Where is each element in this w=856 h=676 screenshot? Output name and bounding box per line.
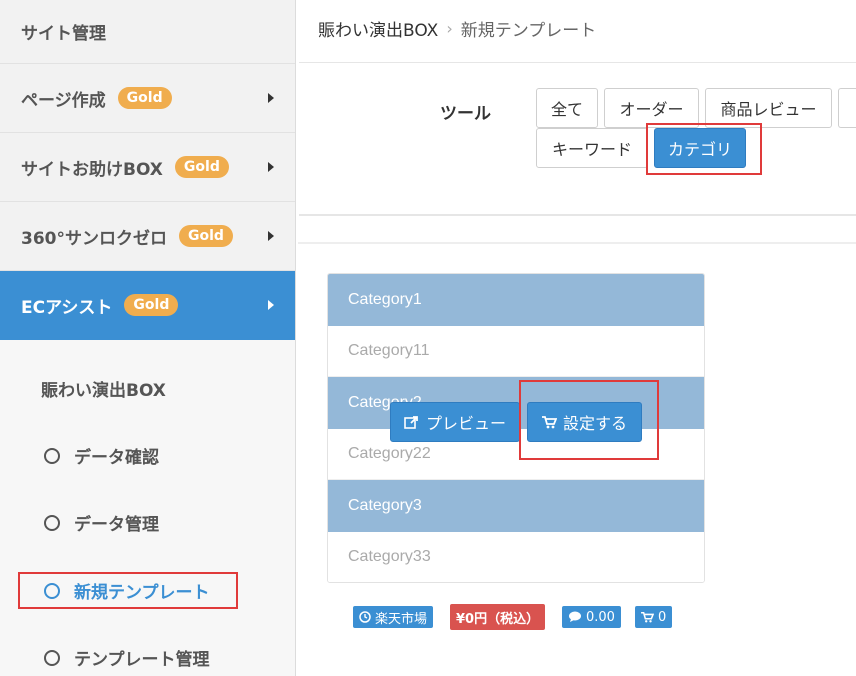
share-icon — [404, 416, 418, 429]
gold-badge: Gold — [174, 156, 229, 178]
clock-icon — [359, 611, 371, 623]
breadcrumb-parent[interactable]: 賑わい演出BOX — [318, 16, 438, 41]
submenu-item-label: データ管理 — [74, 515, 159, 535]
price-badge-label: ¥0円（税込） — [456, 611, 540, 627]
price-badge: ¥0円（税込） — [450, 604, 546, 630]
gold-badge: Gold — [179, 225, 233, 247]
review-badge-label: 0.00 — [586, 609, 615, 625]
tool-button-keyword[interactable]: キーワード — [536, 128, 648, 168]
comment-icon — [569, 611, 581, 622]
breadcrumb-current: 新規テンプレート — [460, 21, 597, 41]
review-badge: 0.00 — [562, 606, 621, 628]
breadcrumb: 賑わい演出BOX › 新規テンプレート — [318, 16, 596, 41]
highlight-box-category — [646, 123, 762, 175]
tool-button-product-review[interactable]: 商品レビュー — [705, 88, 832, 128]
sidebar-item-label: ECアシスト — [21, 297, 113, 318]
cart-icon — [641, 611, 654, 623]
gold-badge: Gold — [117, 87, 172, 109]
sidebar-header[interactable]: サイト管理 — [0, 0, 295, 64]
preview-button-label: プレビュー — [425, 414, 506, 433]
market-badge-label: 楽天市場 — [375, 611, 428, 627]
highlight-box-set-button — [519, 380, 659, 460]
submenu-item-label: データ確認 — [74, 448, 159, 468]
tool-button-clipped[interactable] — [838, 88, 856, 128]
sidebar-item-label: サイトお助けBOX — [21, 159, 163, 180]
submenu-title: 賑わい演出BOX — [41, 381, 166, 401]
market-badge: 楽天市場 — [353, 606, 434, 628]
caret-right-icon — [268, 162, 274, 172]
caret-right-icon — [268, 231, 274, 241]
submenu-item-data-manage[interactable]: データ管理 — [44, 510, 159, 535]
gold-badge: Gold — [124, 294, 179, 316]
circle-icon — [44, 447, 60, 464]
cart-badge: 0 — [635, 606, 673, 628]
submenu-item-template-manage[interactable]: テンプレート管理 — [44, 645, 210, 670]
tools-label: ツール — [440, 104, 491, 124]
category-row: Category11 — [328, 326, 704, 377]
category-header: Category1 — [328, 274, 704, 326]
category-header: Category3 — [328, 480, 704, 532]
submenu: 賑わい演出BOX データ確認 データ管理 新規テンプレート テンプレート管理 — [0, 340, 295, 676]
sidebar-item-ec-assist[interactable]: ECアシスト Gold — [0, 271, 295, 340]
circle-icon — [44, 514, 60, 531]
preview-button[interactable]: プレビュー — [390, 402, 520, 442]
sidebar-item-label: 360°サンロクゼロ — [21, 228, 167, 249]
circle-icon — [44, 649, 60, 666]
submenu-item-label: テンプレート管理 — [74, 650, 210, 670]
section-divider — [298, 242, 856, 244]
caret-right-icon — [268, 300, 274, 310]
cart-badge-label: 0 — [658, 609, 667, 625]
sidebar-item-360[interactable]: 360°サンロクゼロ Gold — [0, 202, 295, 271]
sidebar-item-site-help-box[interactable]: サイトお助けBOX Gold — [0, 133, 295, 202]
highlight-box-new-template — [18, 572, 238, 609]
caret-right-icon — [268, 93, 274, 103]
tool-button-order[interactable]: オーダー — [604, 88, 699, 128]
category-row: Category33 — [328, 532, 704, 582]
breadcrumb-separator: › — [446, 19, 453, 38]
sidebar-header-label: サイト管理 — [21, 24, 106, 44]
submenu-item-data-check[interactable]: データ確認 — [44, 443, 159, 468]
sidebar-item-page-create[interactable]: ページ作成 Gold — [0, 64, 295, 133]
tool-button-all[interactable]: 全て — [536, 88, 598, 128]
sidebar-item-label: ページ作成 — [21, 90, 106, 111]
